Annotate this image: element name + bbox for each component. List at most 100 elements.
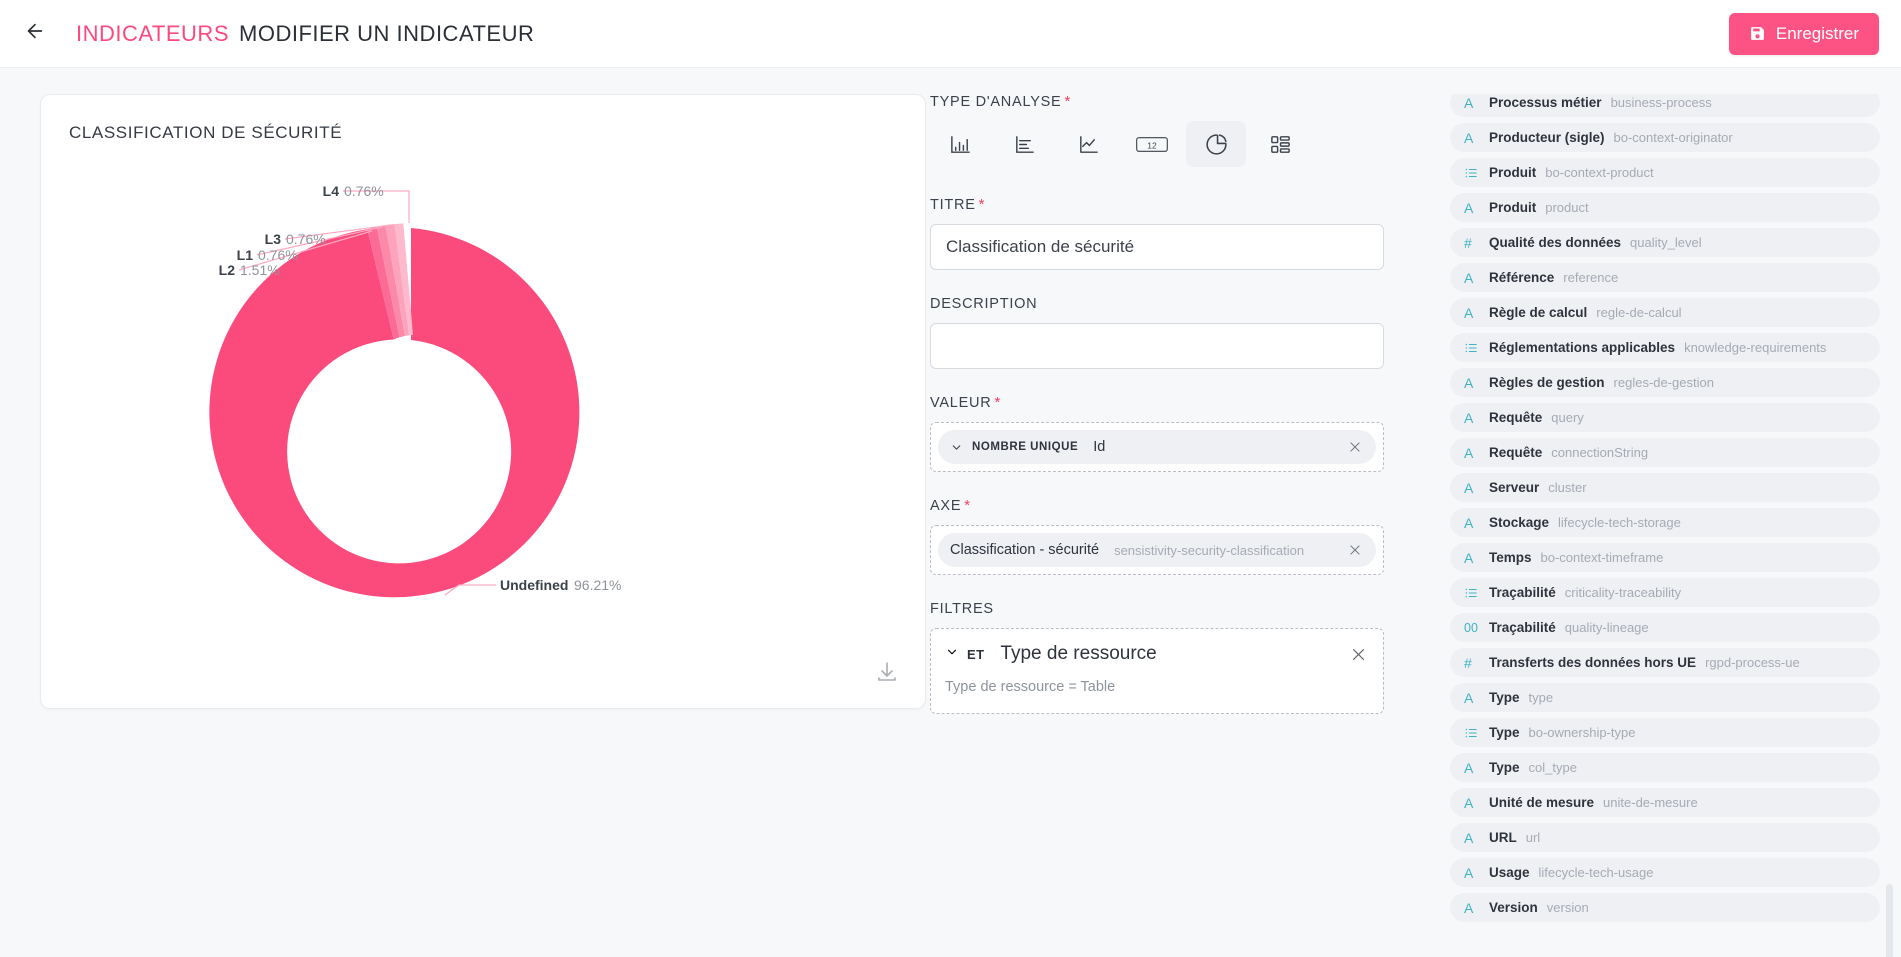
description-label: DESCRIPTION (930, 296, 1422, 312)
label-l2-pct: 1.51% (240, 262, 280, 278)
attribute-tech-name: lifecycle-tech-usage (1538, 865, 1654, 880)
attribute-item[interactable]: A Producteur (sigle) bo-context-originator (1450, 123, 1880, 152)
attribute-label: Transferts des données hors UE (1489, 655, 1697, 670)
attribute-tech-name: reference (1563, 270, 1619, 285)
chevron-down-icon[interactable] (945, 645, 959, 664)
grid-cards-icon[interactable] (1250, 121, 1310, 167)
analysis-type-selector: 12 (930, 121, 1422, 167)
close-icon[interactable] (1348, 543, 1364, 557)
text-type-icon: A (1464, 374, 1474, 391)
valeur-dropzone[interactable]: NOMBRE UNIQUE Id (930, 422, 1384, 472)
donut-chart[interactable]: L4 0.76% L3 0.76% L1 0.76% L2 1.51% Unde… (41, 143, 927, 683)
attribute-tech-name: version (1546, 900, 1589, 915)
bar-chart-icon[interactable] (930, 121, 990, 167)
filter-title: Type de ressource (1000, 643, 1157, 664)
label-l4-pct: 0.76% (344, 183, 384, 199)
attribute-item[interactable]: A Règles de gestion regles-de-gestion (1450, 368, 1880, 397)
list-type-icon (1464, 726, 1480, 740)
attribute-item[interactable]: A Type col_type (1450, 753, 1880, 782)
attribute-label: Règles de gestion (1489, 375, 1605, 390)
description-input[interactable] (930, 323, 1384, 369)
attribute-item[interactable]: A Usage lifecycle-tech-usage (1450, 858, 1880, 887)
attribute-label: Type (1489, 690, 1520, 705)
attribute-tech-name: rgpd-process-ue (1705, 655, 1800, 670)
line-chart-icon[interactable] (1058, 121, 1118, 167)
attribute-label: Producteur (sigle) (1489, 130, 1605, 145)
attribute-item[interactable]: A Stockage lifecycle-tech-storage (1450, 508, 1880, 537)
attribute-item[interactable]: Produit bo-context-product (1450, 158, 1880, 187)
attribute-tech-name: bo-context-originator (1613, 130, 1733, 145)
text-type-icon: A (1464, 549, 1474, 566)
attribute-item[interactable]: A URL url (1450, 823, 1880, 852)
scrollbar-thumb[interactable] (1886, 884, 1893, 957)
label-l3-pct: 0.76% (286, 231, 326, 247)
attribute-item[interactable]: A Version version (1450, 893, 1880, 922)
attribute-label: Qualité des données (1489, 235, 1622, 250)
attribute-tech-name: bo-ownership-type (1528, 725, 1636, 740)
attribute-label: Type (1489, 725, 1520, 740)
attribute-label: Usage (1489, 865, 1530, 880)
close-icon[interactable] (1348, 440, 1364, 454)
attribute-item[interactable]: Type bo-ownership-type (1450, 718, 1880, 747)
close-icon[interactable] (1350, 646, 1367, 663)
title-input[interactable] (930, 224, 1384, 270)
attribute-label: Type (1489, 760, 1520, 775)
attribute-item[interactable]: A Règle de calcul regle-de-calcul (1450, 298, 1880, 327)
filter-expression: Type de ressource = Table (945, 679, 1116, 695)
title-field-group: TITRE * (930, 197, 1422, 270)
number-kpi-icon[interactable]: 12 (1122, 121, 1182, 167)
axe-chip-name: Classification - sécurité (950, 542, 1100, 558)
attribute-label: Version (1489, 900, 1538, 915)
horizontal-bar-chart-icon[interactable] (994, 121, 1054, 167)
attribute-item[interactable]: A Serveur cluster (1450, 473, 1880, 502)
chart-column: CLASSIFICATION DE SÉCURITÉ L4 0.76% L3 0… (0, 94, 930, 957)
attribute-tech-name: unite-de-mesure (1603, 795, 1698, 810)
attribute-label: Temps (1489, 550, 1532, 565)
attribute-item[interactable]: A Produit product (1450, 193, 1880, 222)
attribute-item[interactable]: A Unité de mesure unite-de-mesure (1450, 788, 1880, 817)
back-button[interactable] (18, 17, 52, 51)
attribute-label: URL (1489, 830, 1517, 845)
valeur-chip[interactable]: NOMBRE UNIQUE Id (938, 430, 1376, 464)
filter-dropzone[interactable]: ET Type de ressource Type de ressource =… (930, 628, 1384, 714)
pie-chart-icon[interactable] (1186, 121, 1246, 167)
attribute-item[interactable]: A Temps bo-context-timeframe (1450, 543, 1880, 572)
app-header: INDICATEURS MODIFIER UN INDICATEUR Enreg… (0, 0, 1901, 68)
attribute-list: AProcess Objectivesrgpd-process-objectif… (1450, 94, 1880, 928)
download-chart-button[interactable] (875, 660, 901, 686)
indicator-form: TYPE D'ANALYSE * 12 TITRE * Classificati… (930, 94, 1450, 957)
attribute-item[interactable]: A Requête query (1450, 403, 1880, 432)
attribute-tech-name: url (1525, 830, 1541, 845)
label-l2-name: L2 (219, 262, 236, 278)
axe-dropzone[interactable]: Classification - sécurité sensistivity-s… (930, 525, 1384, 575)
save-button[interactable]: Enregistrer (1728, 12, 1879, 55)
title-label: TITRE * (930, 197, 1422, 213)
chevron-down-icon[interactable] (950, 441, 963, 454)
download-icon (875, 662, 899, 688)
attribute-item[interactable]: A Processus métier business-process (1450, 94, 1880, 117)
attribute-label: Produit (1489, 165, 1537, 180)
attribute-item[interactable]: # Transferts des données hors UE rgpd-proc… (1450, 648, 1880, 677)
attribute-item[interactable]: # Qualité des données quality_level (1450, 228, 1880, 257)
type-analyse-label: TYPE D'ANALYSE * (930, 94, 1422, 110)
axe-chip[interactable]: Classification - sécurité sensistivity-s… (938, 533, 1376, 567)
attribute-item[interactable]: A Référence reference (1450, 263, 1880, 292)
attribute-label: Traçabilité (1489, 585, 1556, 600)
valeur-label-text: VALEUR (930, 395, 992, 411)
text-type-icon: A (1464, 444, 1474, 461)
filtres-field-group: FILTRES ET Type de ressource Type de res… (930, 601, 1422, 714)
attribute-tech-name: col_type (1528, 760, 1577, 775)
attribute-tech-name: quality_level (1630, 235, 1702, 250)
attribute-item[interactable]: Traçabilité criticality-traceability (1450, 578, 1880, 607)
attribute-item[interactable]: A Requête connectionString (1450, 438, 1880, 467)
attribute-label: Produit (1489, 200, 1537, 215)
save-disk-icon (1749, 25, 1766, 42)
attribute-item[interactable]: 00 Traçabilité quality-lineage (1450, 613, 1880, 642)
attribute-tech-name: cluster (1548, 480, 1587, 495)
breadcrumb-parent[interactable]: INDICATEURS (76, 21, 229, 47)
list-type-icon (1464, 341, 1480, 355)
axe-label: AXE * (930, 498, 1422, 514)
label-l1-pct: 0.76% (258, 247, 298, 263)
attribute-item[interactable]: A Type type (1450, 683, 1880, 712)
attribute-item[interactable]: Réglementations applicables knowledge-req… (1450, 333, 1880, 362)
